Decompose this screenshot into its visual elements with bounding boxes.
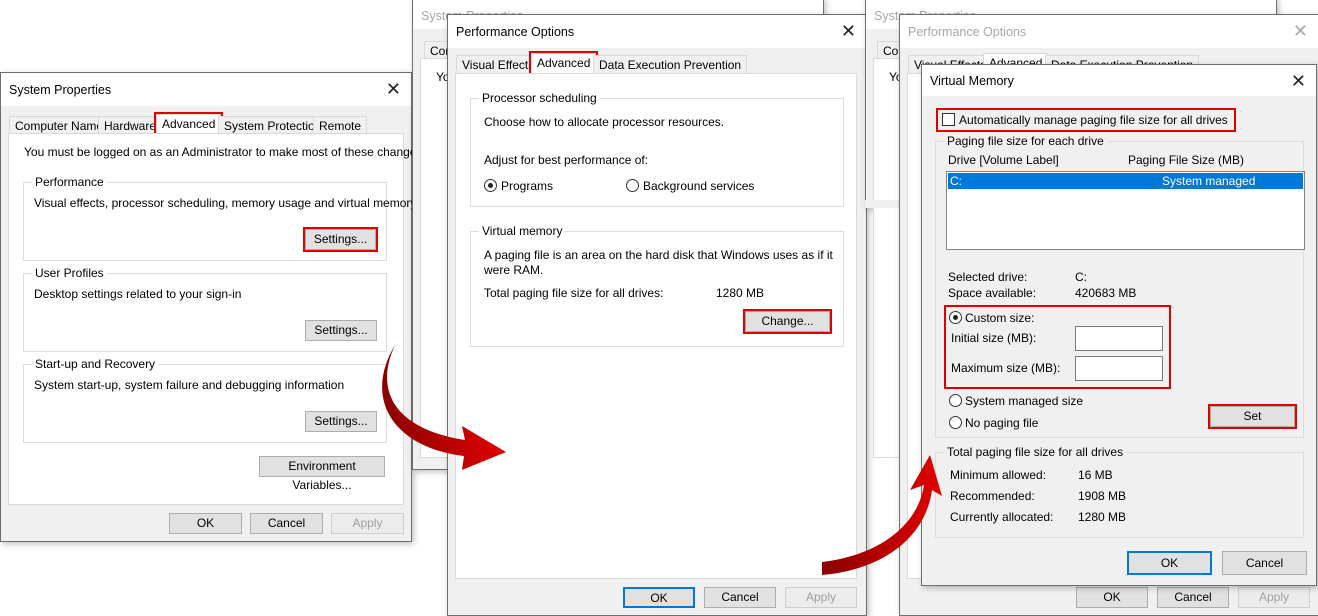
arrow-icon bbox=[382, 345, 942, 575]
arrow-to-performance-options bbox=[382, 345, 506, 470]
arrow-to-virtual-memory bbox=[822, 455, 942, 575]
